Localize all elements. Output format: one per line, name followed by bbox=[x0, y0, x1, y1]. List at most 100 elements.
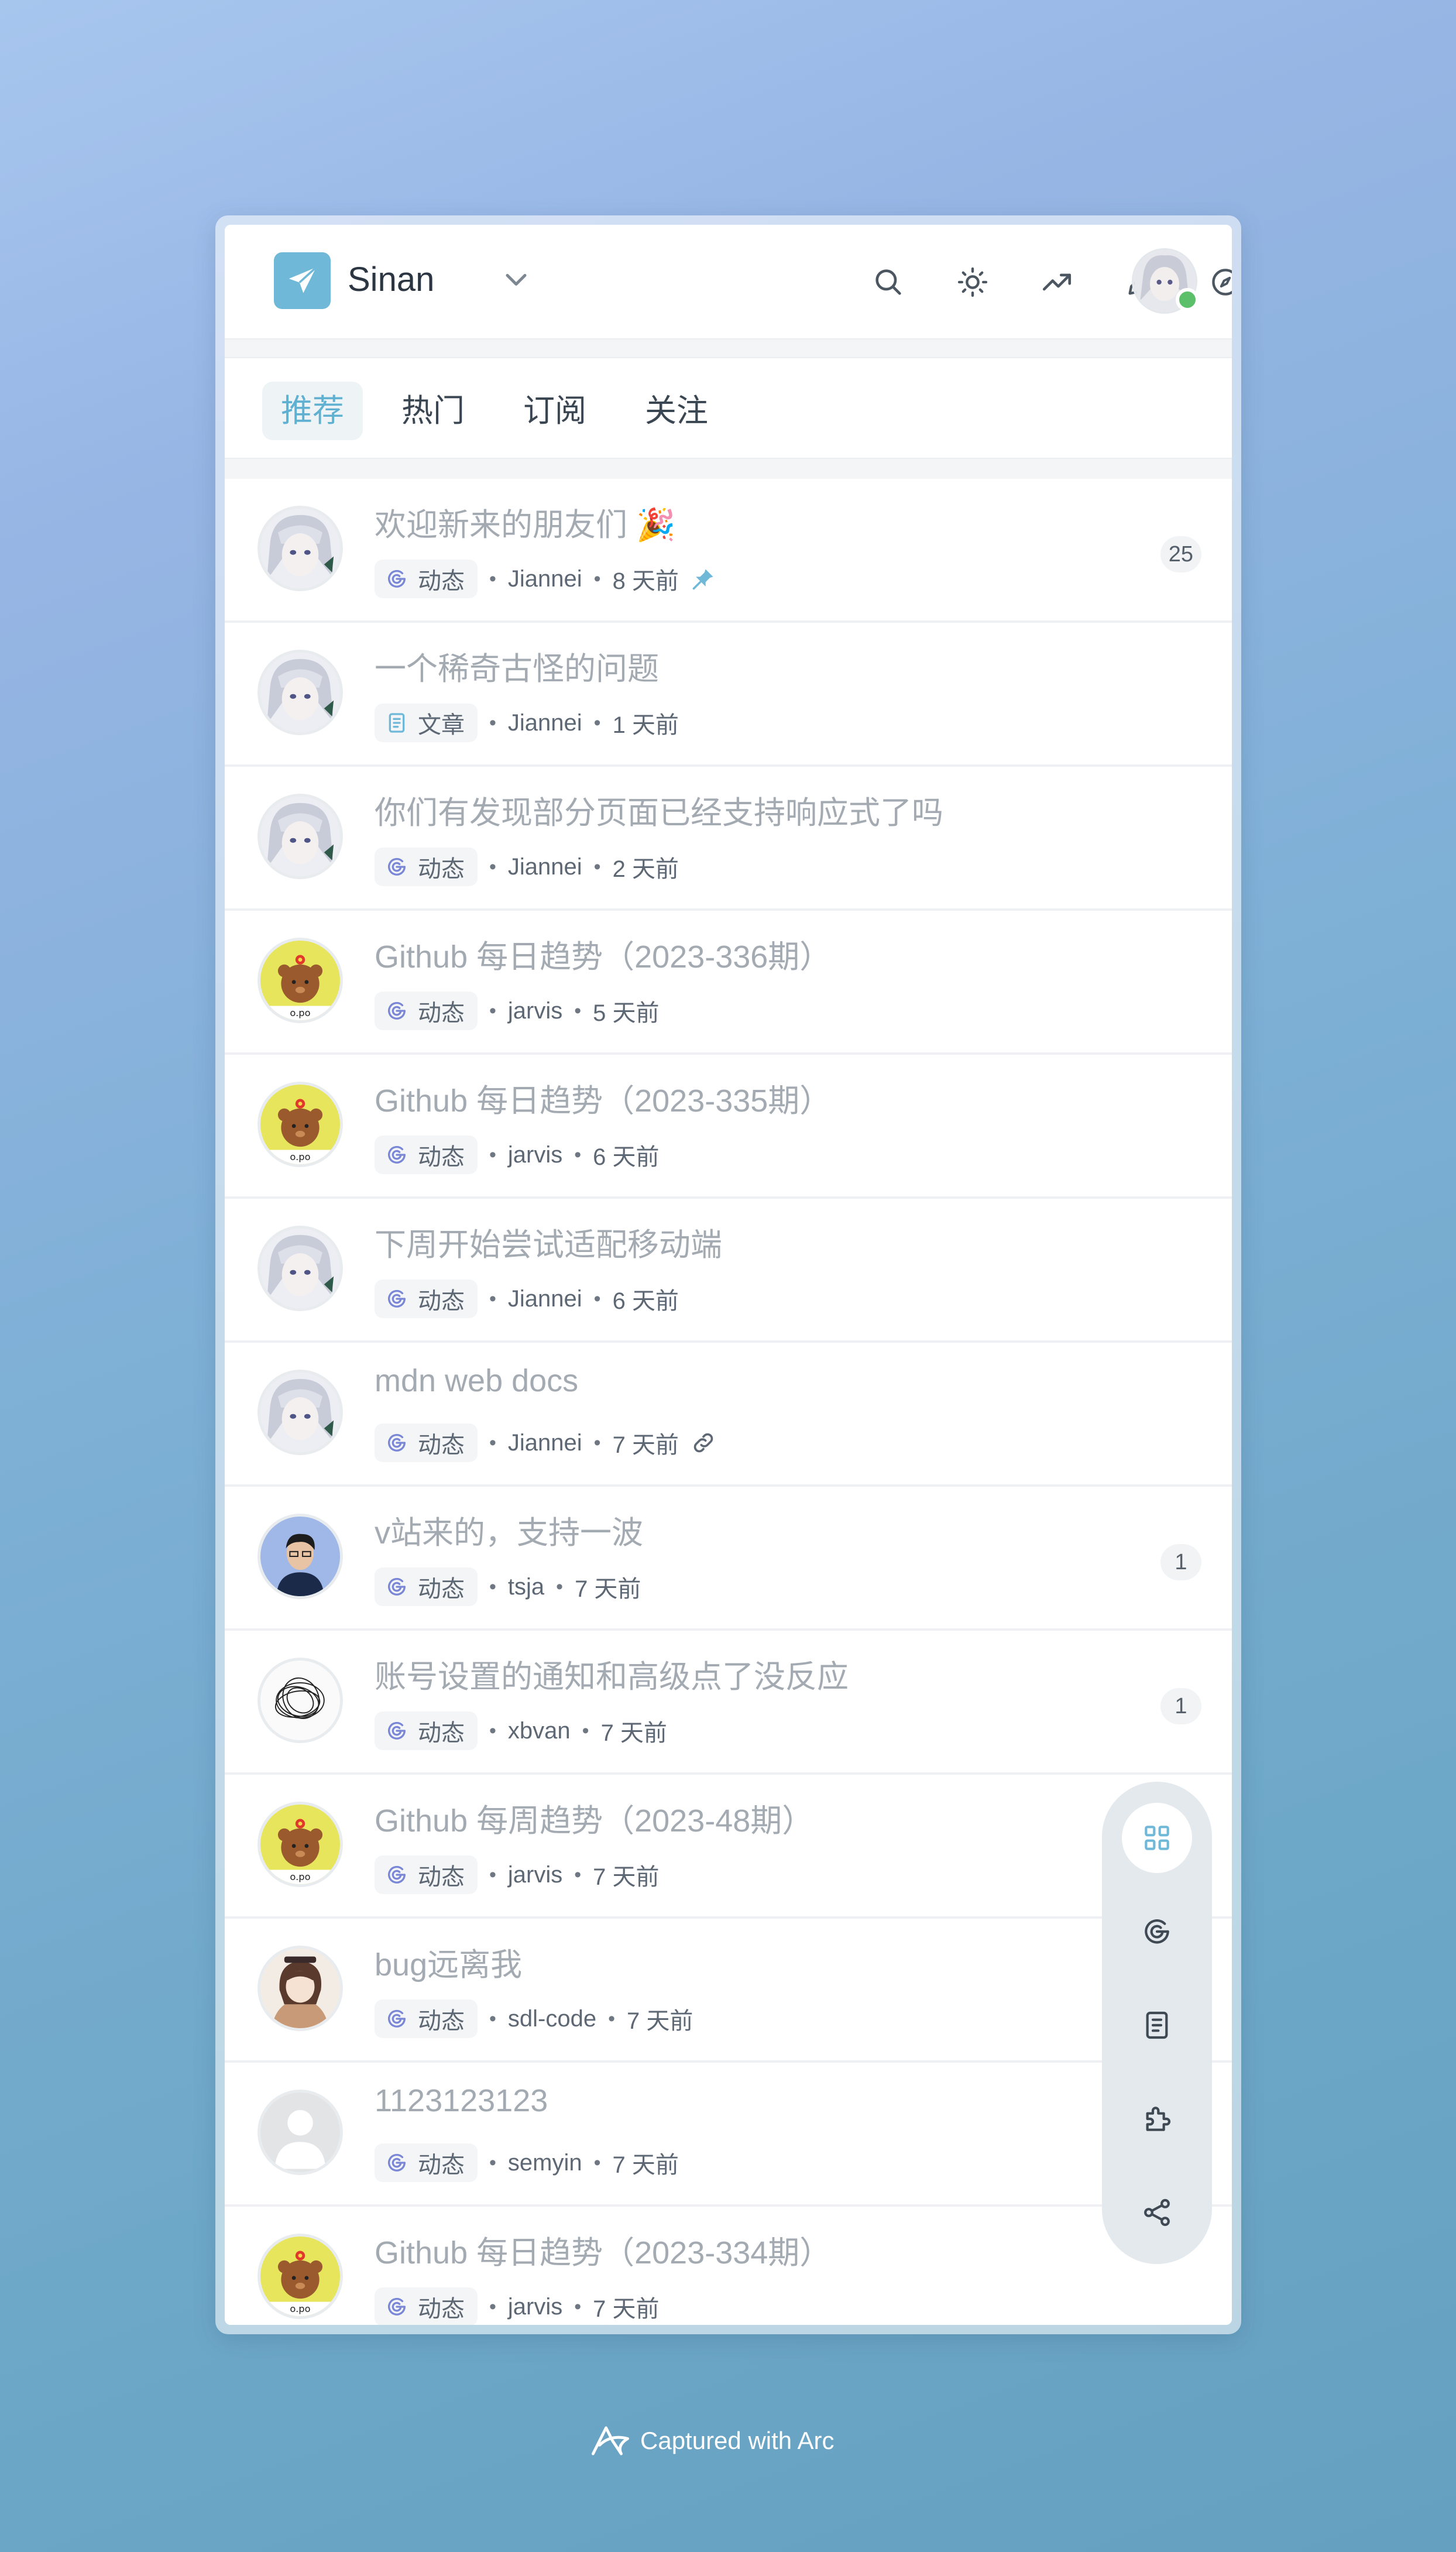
article-type-icon bbox=[389, 713, 405, 733]
post-author[interactable]: Jiannei bbox=[508, 710, 582, 736]
post-type-chip[interactable]: 动态 bbox=[375, 1280, 478, 1318]
post-row[interactable]: o.po Github 每周趋势（2023-48期） 动态 • jarvis •… bbox=[225, 1775, 1232, 1919]
post-type-chip[interactable]: 动态 bbox=[375, 1136, 478, 1174]
tab-recommended[interactable]: 推荐 bbox=[262, 382, 363, 440]
post-type-chip[interactable]: 动态 bbox=[375, 848, 478, 886]
puzzle-icon[interactable] bbox=[1122, 2084, 1192, 2154]
post-title[interactable]: Github 每日趋势（2023-336期） bbox=[375, 931, 831, 977]
author-avatar[interactable] bbox=[257, 2090, 343, 2175]
post-row[interactable]: o.po Github 每日趋势（2023-335期） 动态 • jarvis … bbox=[225, 1055, 1232, 1199]
separator-dot: • bbox=[489, 1287, 496, 1310]
post-author[interactable]: xbvan bbox=[508, 1718, 571, 1744]
tab-subscribed[interactable]: 订阅 bbox=[504, 382, 605, 440]
author-avatar[interactable] bbox=[257, 794, 343, 879]
author-avatar[interactable]: o.po bbox=[257, 2234, 343, 2319]
author-avatar[interactable]: o.po bbox=[257, 938, 343, 1023]
author-avatar[interactable]: o.po bbox=[257, 1802, 343, 1887]
post-title[interactable]: mdn web docs bbox=[375, 1363, 578, 1399]
post-title[interactable]: Github 每日趋势（2023-334期） bbox=[375, 2227, 831, 2273]
author-avatar[interactable]: o.po bbox=[257, 1082, 343, 1167]
post-author[interactable]: jarvis bbox=[508, 1142, 562, 1168]
chevron-down-icon[interactable] bbox=[499, 262, 534, 297]
post-title[interactable]: 账号设置的通知和高级点了没反应 bbox=[375, 1651, 849, 1697]
feed-type-icon bbox=[388, 1721, 406, 1740]
sun-icon[interactable] bbox=[949, 259, 996, 306]
feed-icon[interactable] bbox=[1122, 1896, 1192, 1967]
link-icon[interactable] bbox=[691, 1430, 716, 1456]
post-author[interactable]: semyin bbox=[508, 2150, 582, 2176]
reply-count-badge: 1 bbox=[1160, 1544, 1201, 1580]
post-type-chip[interactable]: 动态 bbox=[375, 1711, 478, 1750]
post-row[interactable]: 你们有发现部分页面已经支持响应式了吗 动态 • Jiannei • 2 天前 bbox=[225, 767, 1232, 911]
post-author[interactable]: Jiannei bbox=[508, 1286, 582, 1312]
compass-icon[interactable] bbox=[1202, 259, 1232, 306]
author-avatar[interactable] bbox=[257, 1658, 343, 1743]
post-type-chip[interactable]: 动态 bbox=[375, 1999, 478, 2038]
reply-count-badge: 25 bbox=[1160, 536, 1201, 572]
post-author[interactable]: Jiannei bbox=[508, 1430, 582, 1456]
post-author[interactable]: Jiannei bbox=[508, 854, 582, 880]
post-title[interactable]: Github 每日趋势（2023-335期） bbox=[375, 1075, 831, 1121]
paper-plane-icon[interactable] bbox=[274, 252, 331, 309]
post-author[interactable]: jarvis bbox=[508, 1862, 562, 1888]
post-author[interactable]: jarvis bbox=[508, 2294, 562, 2320]
feed-type-icon bbox=[388, 2153, 406, 2172]
post-row[interactable]: 一个稀奇古怪的问题 文章 • Jiannei • 1 天前 bbox=[225, 623, 1232, 767]
post-time: 8 天前 bbox=[612, 568, 679, 594]
post-type-chip[interactable]: 动态 bbox=[375, 1567, 478, 1606]
author-avatar[interactable] bbox=[257, 650, 343, 735]
post-row[interactable]: bug远离我 动态 • sdl-code • 7 天前 bbox=[225, 1919, 1232, 2063]
post-row[interactable]: 1123123123 动态 • semyin • 7 天前 bbox=[225, 2063, 1232, 2207]
post-title[interactable]: 一个稀奇古怪的问题 bbox=[375, 643, 659, 689]
author-avatar[interactable] bbox=[257, 1514, 343, 1599]
post-row[interactable]: 下周开始尝试适配移动端 动态 • Jiannei • 6 天前 bbox=[225, 1199, 1232, 1343]
post-type-chip[interactable]: 文章 bbox=[375, 704, 478, 742]
feed-type-icon bbox=[388, 1289, 406, 1308]
post-row[interactable]: 账号设置的通知和高级点了没反应 动态 • xbvan • 7 天前 1 bbox=[225, 1631, 1232, 1775]
grid-icon[interactable] bbox=[1122, 1803, 1192, 1873]
author-avatar[interactable] bbox=[257, 1946, 343, 2031]
post-title[interactable]: 欢迎新来的朋友们 🎉 bbox=[375, 499, 675, 545]
brand-name[interactable]: Sinan bbox=[348, 260, 434, 299]
post-author[interactable]: sdl-code bbox=[508, 2006, 596, 2032]
search-icon[interactable] bbox=[865, 259, 912, 306]
post-title[interactable]: Github 每周趋势（2023-48期） bbox=[375, 1795, 813, 1841]
post-meta: 动态 • jarvis • 7 天前 bbox=[375, 1855, 660, 1894]
app-window: Sinan 推荐 热门 订阅 关注 欢迎新来的朋友们 🎉 动态 • Jianne… bbox=[225, 225, 1232, 2325]
author-avatar[interactable] bbox=[257, 1370, 343, 1455]
trending-icon[interactable] bbox=[1033, 259, 1080, 306]
post-meta: 动态 • Jiannei • 7 天前 bbox=[375, 1424, 716, 1462]
post-type-chip[interactable]: 动态 bbox=[375, 1855, 478, 1894]
post-row[interactable]: v站来的，支持一波 动态 • tsja • 7 天前 1 bbox=[225, 1487, 1232, 1631]
separator-dot: • bbox=[574, 999, 582, 1022]
author-avatar[interactable] bbox=[257, 506, 343, 591]
share-icon[interactable] bbox=[1122, 2177, 1192, 2248]
post-type-chip[interactable]: 动态 bbox=[375, 560, 478, 598]
post-title[interactable]: bug远离我 bbox=[375, 1939, 522, 1985]
post-type-chip[interactable]: 动态 bbox=[375, 1424, 478, 1462]
post-type-chip[interactable]: 动态 bbox=[375, 2143, 478, 2182]
post-row[interactable]: o.po Github 每日趋势（2023-336期） 动态 • jarvis … bbox=[225, 911, 1232, 1055]
post-author[interactable]: tsja bbox=[508, 1574, 544, 1600]
post-title[interactable]: 下周开始尝试适配移动端 bbox=[375, 1219, 722, 1265]
post-title[interactable]: 1123123123 bbox=[375, 2083, 548, 2119]
online-status-dot bbox=[1176, 288, 1199, 311]
post-author[interactable]: Jiannei bbox=[508, 566, 582, 592]
post-title[interactable]: v站来的，支持一波 bbox=[375, 1507, 643, 1553]
tab-hot[interactable]: 热门 bbox=[383, 382, 483, 440]
post-title[interactable]: 你们有发现部分页面已经支持响应式了吗 bbox=[375, 787, 943, 833]
svg-text:o.po: o.po bbox=[290, 1007, 310, 1018]
post-type-chip[interactable]: 动态 bbox=[375, 992, 478, 1030]
post-time: 6 天前 bbox=[612, 1288, 679, 1314]
floating-sidebar bbox=[1102, 1782, 1212, 2264]
post-row[interactable]: mdn web docs 动态 • Jiannei • 7 天前 bbox=[225, 1343, 1232, 1487]
post-row[interactable]: 欢迎新来的朋友们 🎉 动态 • Jiannei • 8 天前 25 bbox=[225, 479, 1232, 623]
post-type-label: 动态 bbox=[418, 2152, 465, 2178]
feed-type-icon bbox=[388, 1577, 406, 1596]
post-row[interactable]: o.po Github 每日趋势（2023-334期） 动态 • jarvis … bbox=[225, 2207, 1232, 2325]
post-type-chip[interactable]: 动态 bbox=[375, 2287, 478, 2325]
document-icon[interactable] bbox=[1122, 1990, 1192, 2060]
post-author[interactable]: jarvis bbox=[508, 998, 562, 1024]
tab-following[interactable]: 关注 bbox=[626, 382, 727, 440]
author-avatar[interactable] bbox=[257, 1226, 343, 1311]
